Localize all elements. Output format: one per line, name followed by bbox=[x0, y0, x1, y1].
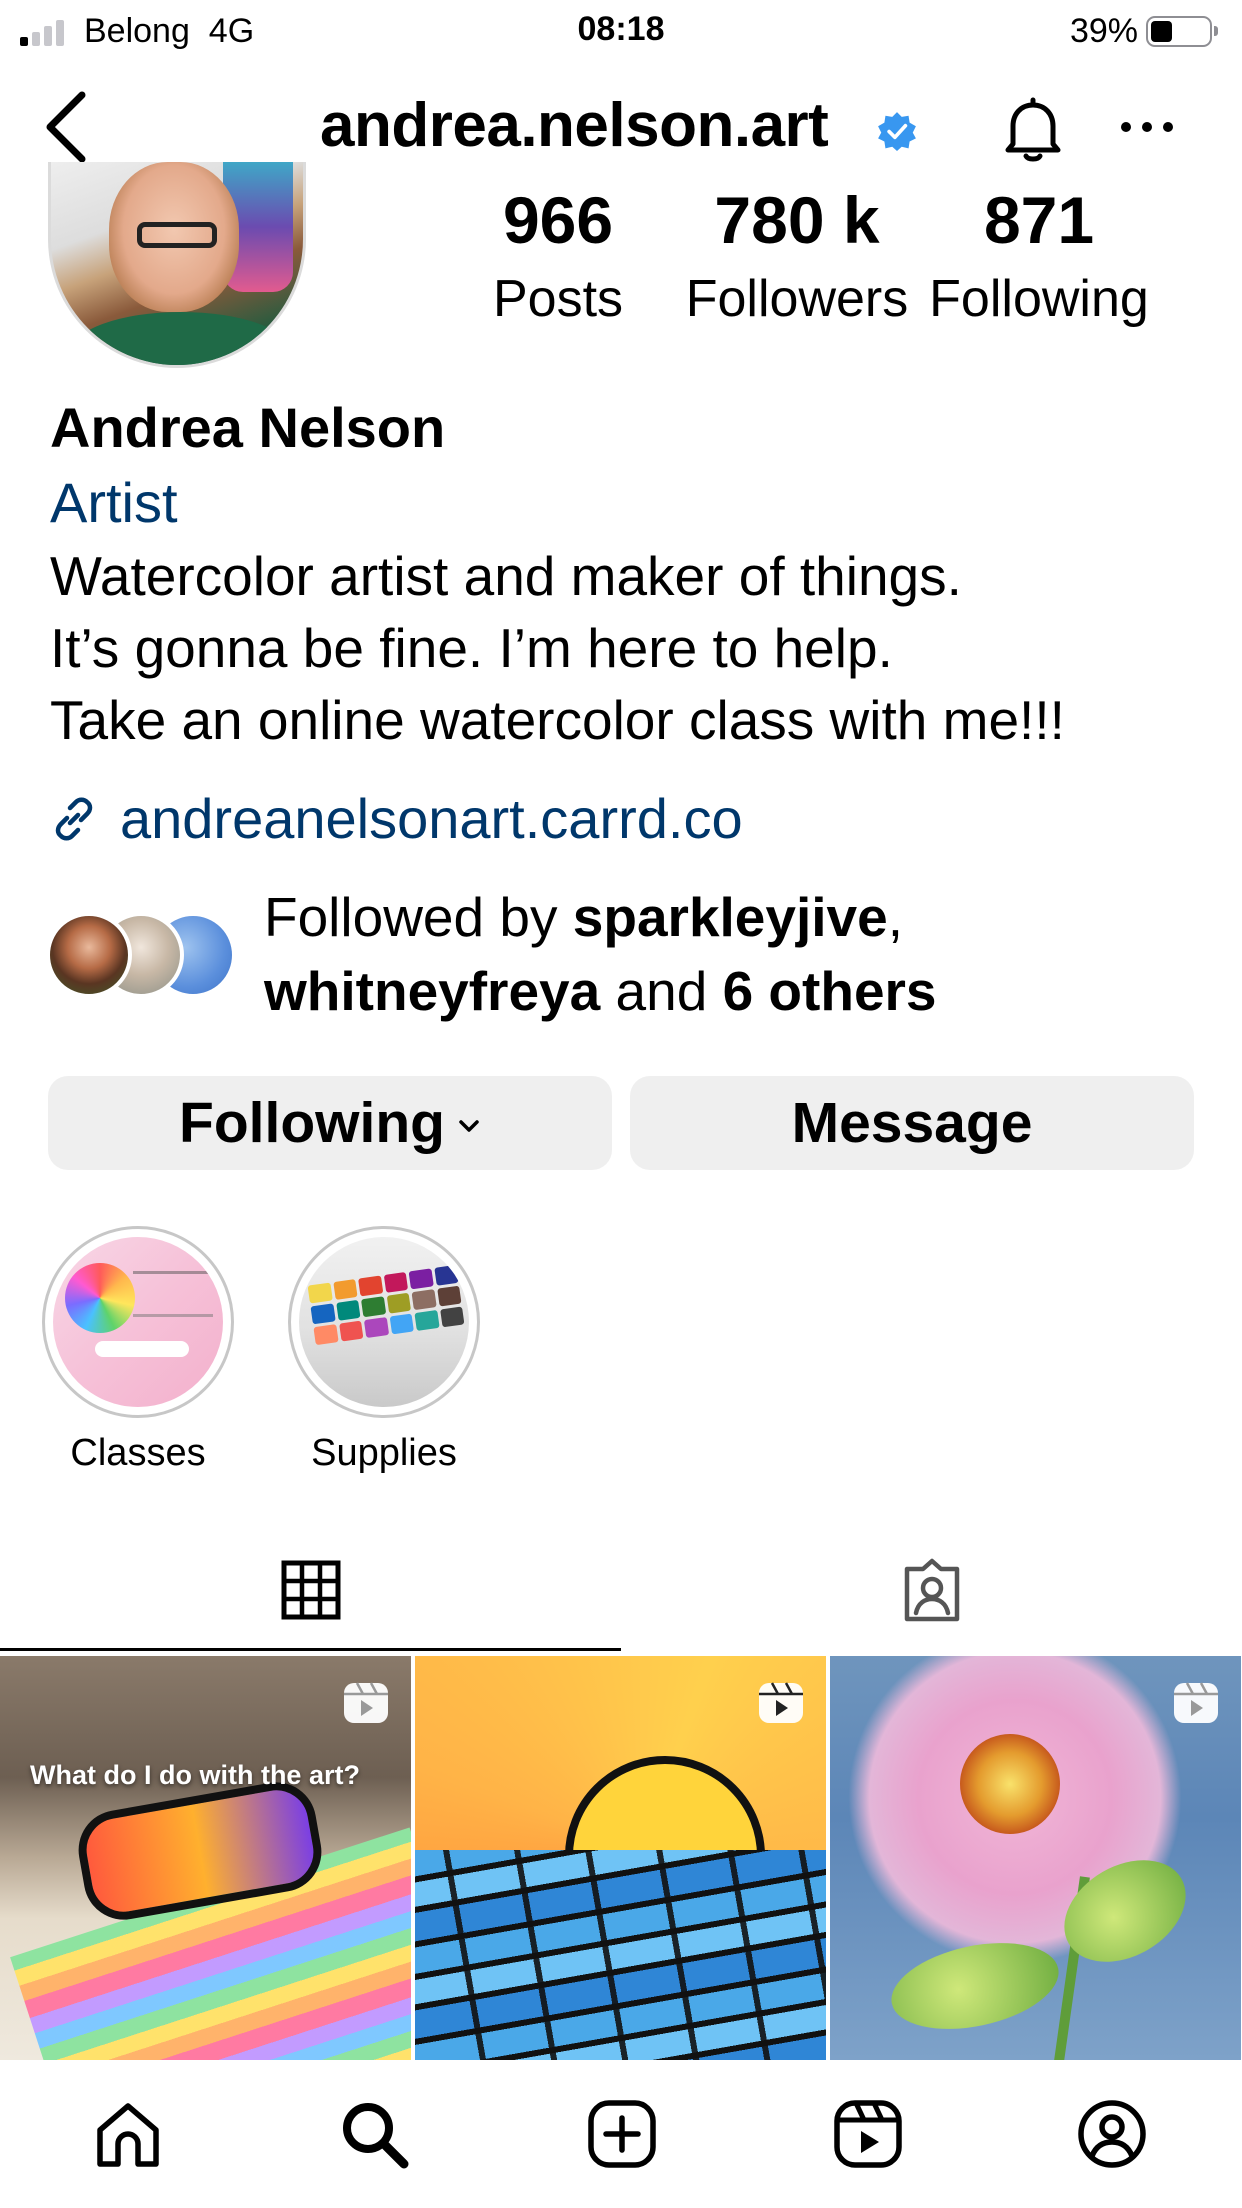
profile-username: andrea.nelson.art bbox=[320, 91, 829, 160]
search-icon bbox=[343, 2103, 409, 2169]
link-text: andreanelsonart.carrd.co bbox=[120, 787, 743, 850]
active-tab-indicator bbox=[0, 1648, 621, 1651]
reel-icon bbox=[344, 1682, 388, 1723]
post-thumbnail[interactable] bbox=[415, 1656, 826, 2060]
followed-by-section[interactable]: Followed by sparkleyjive, whitneyfreya a… bbox=[46, 880, 1236, 1030]
verified-badge-icon bbox=[878, 112, 916, 151]
highlight-label: Classes bbox=[70, 1432, 206, 1474]
battery-icon bbox=[1146, 16, 1218, 47]
tab-tagged[interactable] bbox=[621, 1530, 1242, 1650]
bell-icon bbox=[1005, 97, 1061, 162]
post-thumbnail[interactable]: What do I do with the art? bbox=[0, 1656, 411, 2060]
following-count[interactable]: 871 Following bbox=[924, 178, 1154, 336]
more-options-button[interactable] bbox=[1116, 112, 1178, 142]
followers-count[interactable]: 780 k Followers bbox=[684, 178, 910, 336]
create-post-icon bbox=[588, 2100, 656, 2168]
post-caption: What do I do with the art? bbox=[30, 1760, 360, 1790]
nav-home[interactable] bbox=[90, 2096, 166, 2172]
highlight-label: Supplies bbox=[311, 1432, 457, 1474]
post-thumbnail[interactable] bbox=[830, 1656, 1241, 2060]
nav-reels[interactable] bbox=[830, 2096, 906, 2172]
notifications-button[interactable] bbox=[996, 92, 1070, 166]
bio-line: It’s gonna be fine. I’m here to help. bbox=[50, 617, 893, 679]
others-count: 6 others bbox=[722, 960, 937, 1022]
profile-tabs bbox=[0, 1530, 1242, 1654]
nav-profile[interactable] bbox=[1074, 2096, 1150, 2172]
bio-line: Watercolor artist and maker of things. bbox=[50, 545, 962, 607]
nav-search[interactable] bbox=[336, 2096, 412, 2172]
grid-icon bbox=[281, 1560, 340, 1620]
highlight-supplies[interactable]: Supplies bbox=[288, 1226, 480, 1475]
posts-count[interactable]: 966 Posts bbox=[470, 178, 646, 336]
follower-avatar bbox=[46, 912, 132, 998]
battery-percent: 39% bbox=[1069, 12, 1138, 50]
reel-icon bbox=[1174, 1682, 1218, 1723]
followed-by-text: Followed by sparkleyjive, whitneyfreya a… bbox=[264, 886, 937, 1022]
more-horizontal-icon bbox=[1121, 122, 1173, 132]
home-icon bbox=[97, 2103, 159, 2167]
highlight-cover bbox=[299, 1237, 469, 1407]
profile-avatar[interactable] bbox=[48, 162, 306, 368]
profile-bio: Watercolor artist and maker of things. I… bbox=[50, 540, 1065, 756]
reel-icon bbox=[759, 1682, 803, 1723]
tab-posts-grid[interactable] bbox=[0, 1530, 621, 1650]
status-bar: Belong 4G 08:18 39% bbox=[0, 0, 1242, 62]
follower-name: whitneyfreya bbox=[264, 960, 601, 1022]
reels-icon bbox=[834, 2100, 902, 2168]
highlight-classes[interactable]: Classes bbox=[42, 1226, 234, 1475]
back-button[interactable] bbox=[30, 82, 100, 172]
profile-link[interactable]: andreanelsonart.carrd.co bbox=[48, 786, 743, 851]
bio-line: Take an online watercolor class with me!… bbox=[50, 689, 1065, 751]
bottom-navigation bbox=[0, 2060, 1242, 2208]
profile-icon bbox=[1078, 2100, 1146, 2168]
message-button[interactable]: Message bbox=[630, 1076, 1194, 1170]
nav-create[interactable] bbox=[584, 2096, 660, 2172]
follower-name: sparkleyjive bbox=[572, 886, 888, 948]
profile-category: Artist bbox=[50, 471, 178, 534]
profile-display-name: Andrea Nelson bbox=[50, 396, 446, 459]
chevron-left-icon bbox=[46, 91, 86, 163]
chevron-down-icon bbox=[459, 1120, 479, 1132]
following-button[interactable]: Following bbox=[48, 1076, 612, 1170]
link-icon bbox=[55, 797, 93, 840]
highlight-cover bbox=[53, 1237, 223, 1407]
tagged-person-icon bbox=[904, 1558, 959, 1622]
clock: 08:18 bbox=[577, 10, 665, 48]
posts-grid: What do I do with the art? bbox=[0, 1656, 1242, 2060]
